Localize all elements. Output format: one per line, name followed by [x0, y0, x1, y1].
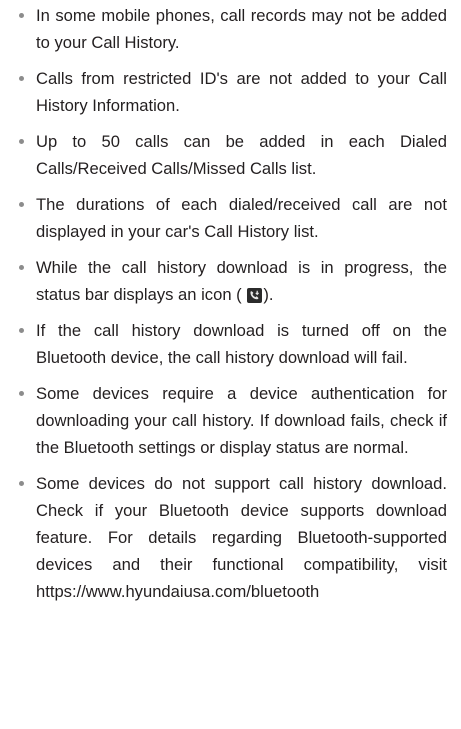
note-item: Some devices do not support call history… [16, 470, 447, 605]
note-item: Up to 50 calls can be added in each Dial… [16, 128, 447, 182]
note-item: While the call history download is in pr… [16, 254, 447, 308]
note-item: The durations of each dialed/received ca… [16, 191, 447, 245]
note-text-before-icon: While the call history download is in pr… [36, 258, 447, 304]
note-item: Calls from restricted ID's are not added… [16, 65, 447, 119]
notes-list: In some mobile phones, call records may … [16, 2, 447, 605]
call-history-download-icon [247, 288, 263, 303]
note-text: Calls from restricted ID's are not added… [36, 69, 447, 115]
manual-page: In some mobile phones, call records may … [0, 0, 461, 729]
note-item: In some mobile phones, call records may … [16, 2, 447, 56]
note-text: If the call history download is turned o… [36, 321, 447, 367]
note-text: Up to 50 calls can be added in each Dial… [36, 132, 447, 178]
note-text: Some devices require a device authentica… [36, 384, 447, 457]
note-item: If the call history download is turned o… [16, 317, 447, 371]
note-text: Some devices do not support call history… [36, 474, 447, 601]
note-item: Some devices require a device authentica… [16, 380, 447, 461]
note-text-after-icon: ). [263, 285, 274, 304]
note-text: The durations of each dialed/received ca… [36, 195, 447, 241]
note-text: In some mobile phones, call records may … [36, 6, 447, 52]
